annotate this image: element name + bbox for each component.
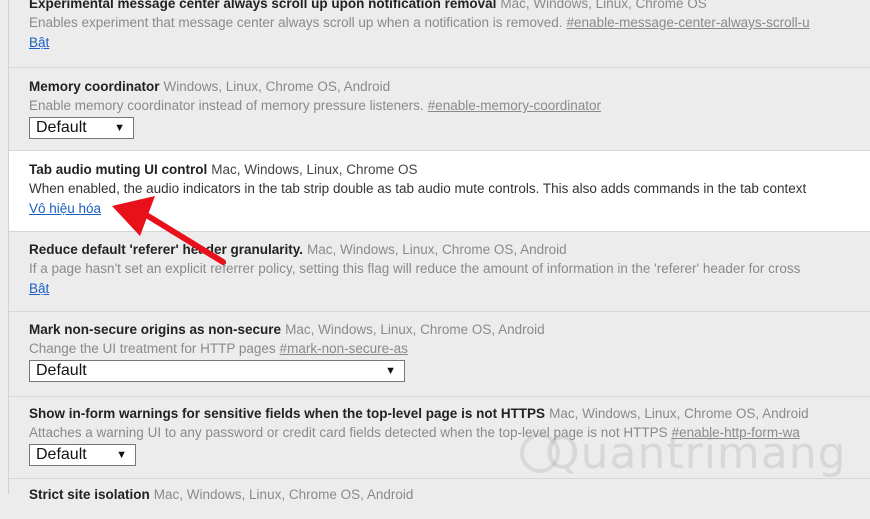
experiment-name: Memory coordinator	[29, 79, 160, 94]
enable-link[interactable]: Bật	[29, 33, 49, 53]
disable-link[interactable]: Vô hiệu hóa	[29, 199, 101, 219]
experiment-name: Reduce default 'referer' header granular…	[29, 242, 304, 257]
dropdown-arrow-icon: ▼	[114, 122, 125, 134]
experiment-platforms: Mac, Windows, Linux, Chrome OS, Android	[307, 242, 567, 257]
experiment-strict-site-isolation: Strict site isolation Mac, Windows, Linux…	[9, 479, 870, 519]
dropdown-arrow-icon: ▼	[385, 365, 396, 377]
experiment-reduce-referer: Reduce default 'referer' header granular…	[9, 232, 870, 312]
experiment-hash-link[interactable]: #mark-non-secure-as	[280, 341, 408, 356]
experiment-description: When enabled, the audio indicators in th…	[29, 181, 807, 196]
experiment-description: Enables experiment that message center a…	[29, 15, 563, 30]
select-value: Default	[36, 119, 87, 136]
experiment-platforms: Mac, Windows, Linux, Chrome OS, Android	[285, 322, 545, 337]
experiment-hash-link[interactable]: #enable-memory-coordinator	[428, 98, 601, 113]
experiment-name: Tab audio muting UI control	[29, 162, 208, 177]
experiment-platforms: Mac, Windows, Linux, Chrome OS	[211, 162, 418, 177]
enable-link[interactable]: Bật	[29, 279, 49, 299]
select-value: Default	[36, 446, 87, 463]
memory-coordinator-select[interactable]: Default ▼	[29, 117, 134, 139]
experiment-description: If a page hasn't set an explicit referre…	[29, 261, 801, 276]
experiment-mark-non-secure: Mark non-secure origins as non-secure Mac…	[9, 312, 870, 397]
watermark: Quantrimang	[545, 428, 847, 479]
experiment-platforms: Mac, Windows, Linux, Chrome OS, Android	[153, 487, 414, 502]
experiment-description: Enable memory coordinator instead of mem…	[29, 98, 424, 113]
http-form-warning-select[interactable]: Default ▼	[29, 444, 136, 466]
experiment-memory-coordinator: Memory coordinator Windows, Linux, Chrome…	[9, 68, 870, 151]
flags-page: Experimental message center always scrol…	[8, 0, 870, 502]
experiment-message-center-scroll: Experimental message center always scrol…	[9, 0, 870, 68]
dropdown-arrow-icon: ▼	[116, 449, 127, 461]
select-value: Default	[36, 362, 87, 379]
experiment-platforms: Mac, Windows, Linux, Chrome OS, Android	[549, 406, 809, 421]
experiment-name: Strict site isolation	[29, 487, 150, 502]
experiment-name: Show in-form warnings for sensitive fiel…	[29, 406, 546, 421]
experiment-name: Experimental message center always scrol…	[29, 0, 497, 11]
experiment-name: Mark non-secure origins as non-secure	[29, 322, 282, 337]
experiment-hash-link[interactable]: #enable-message-center-always-scroll-u	[567, 15, 810, 30]
experiment-description: Change the UI treatment for HTTP pages	[29, 341, 276, 356]
non-secure-select[interactable]: Default ▼	[29, 360, 405, 382]
experiment-platforms: Mac, Windows, Linux, Chrome OS	[500, 0, 707, 11]
experiment-platforms: Windows, Linux, Chrome OS, Android	[163, 79, 391, 94]
experiment-tab-audio-muting: Tab audio muting UI control Mac, Windows,…	[9, 151, 870, 232]
